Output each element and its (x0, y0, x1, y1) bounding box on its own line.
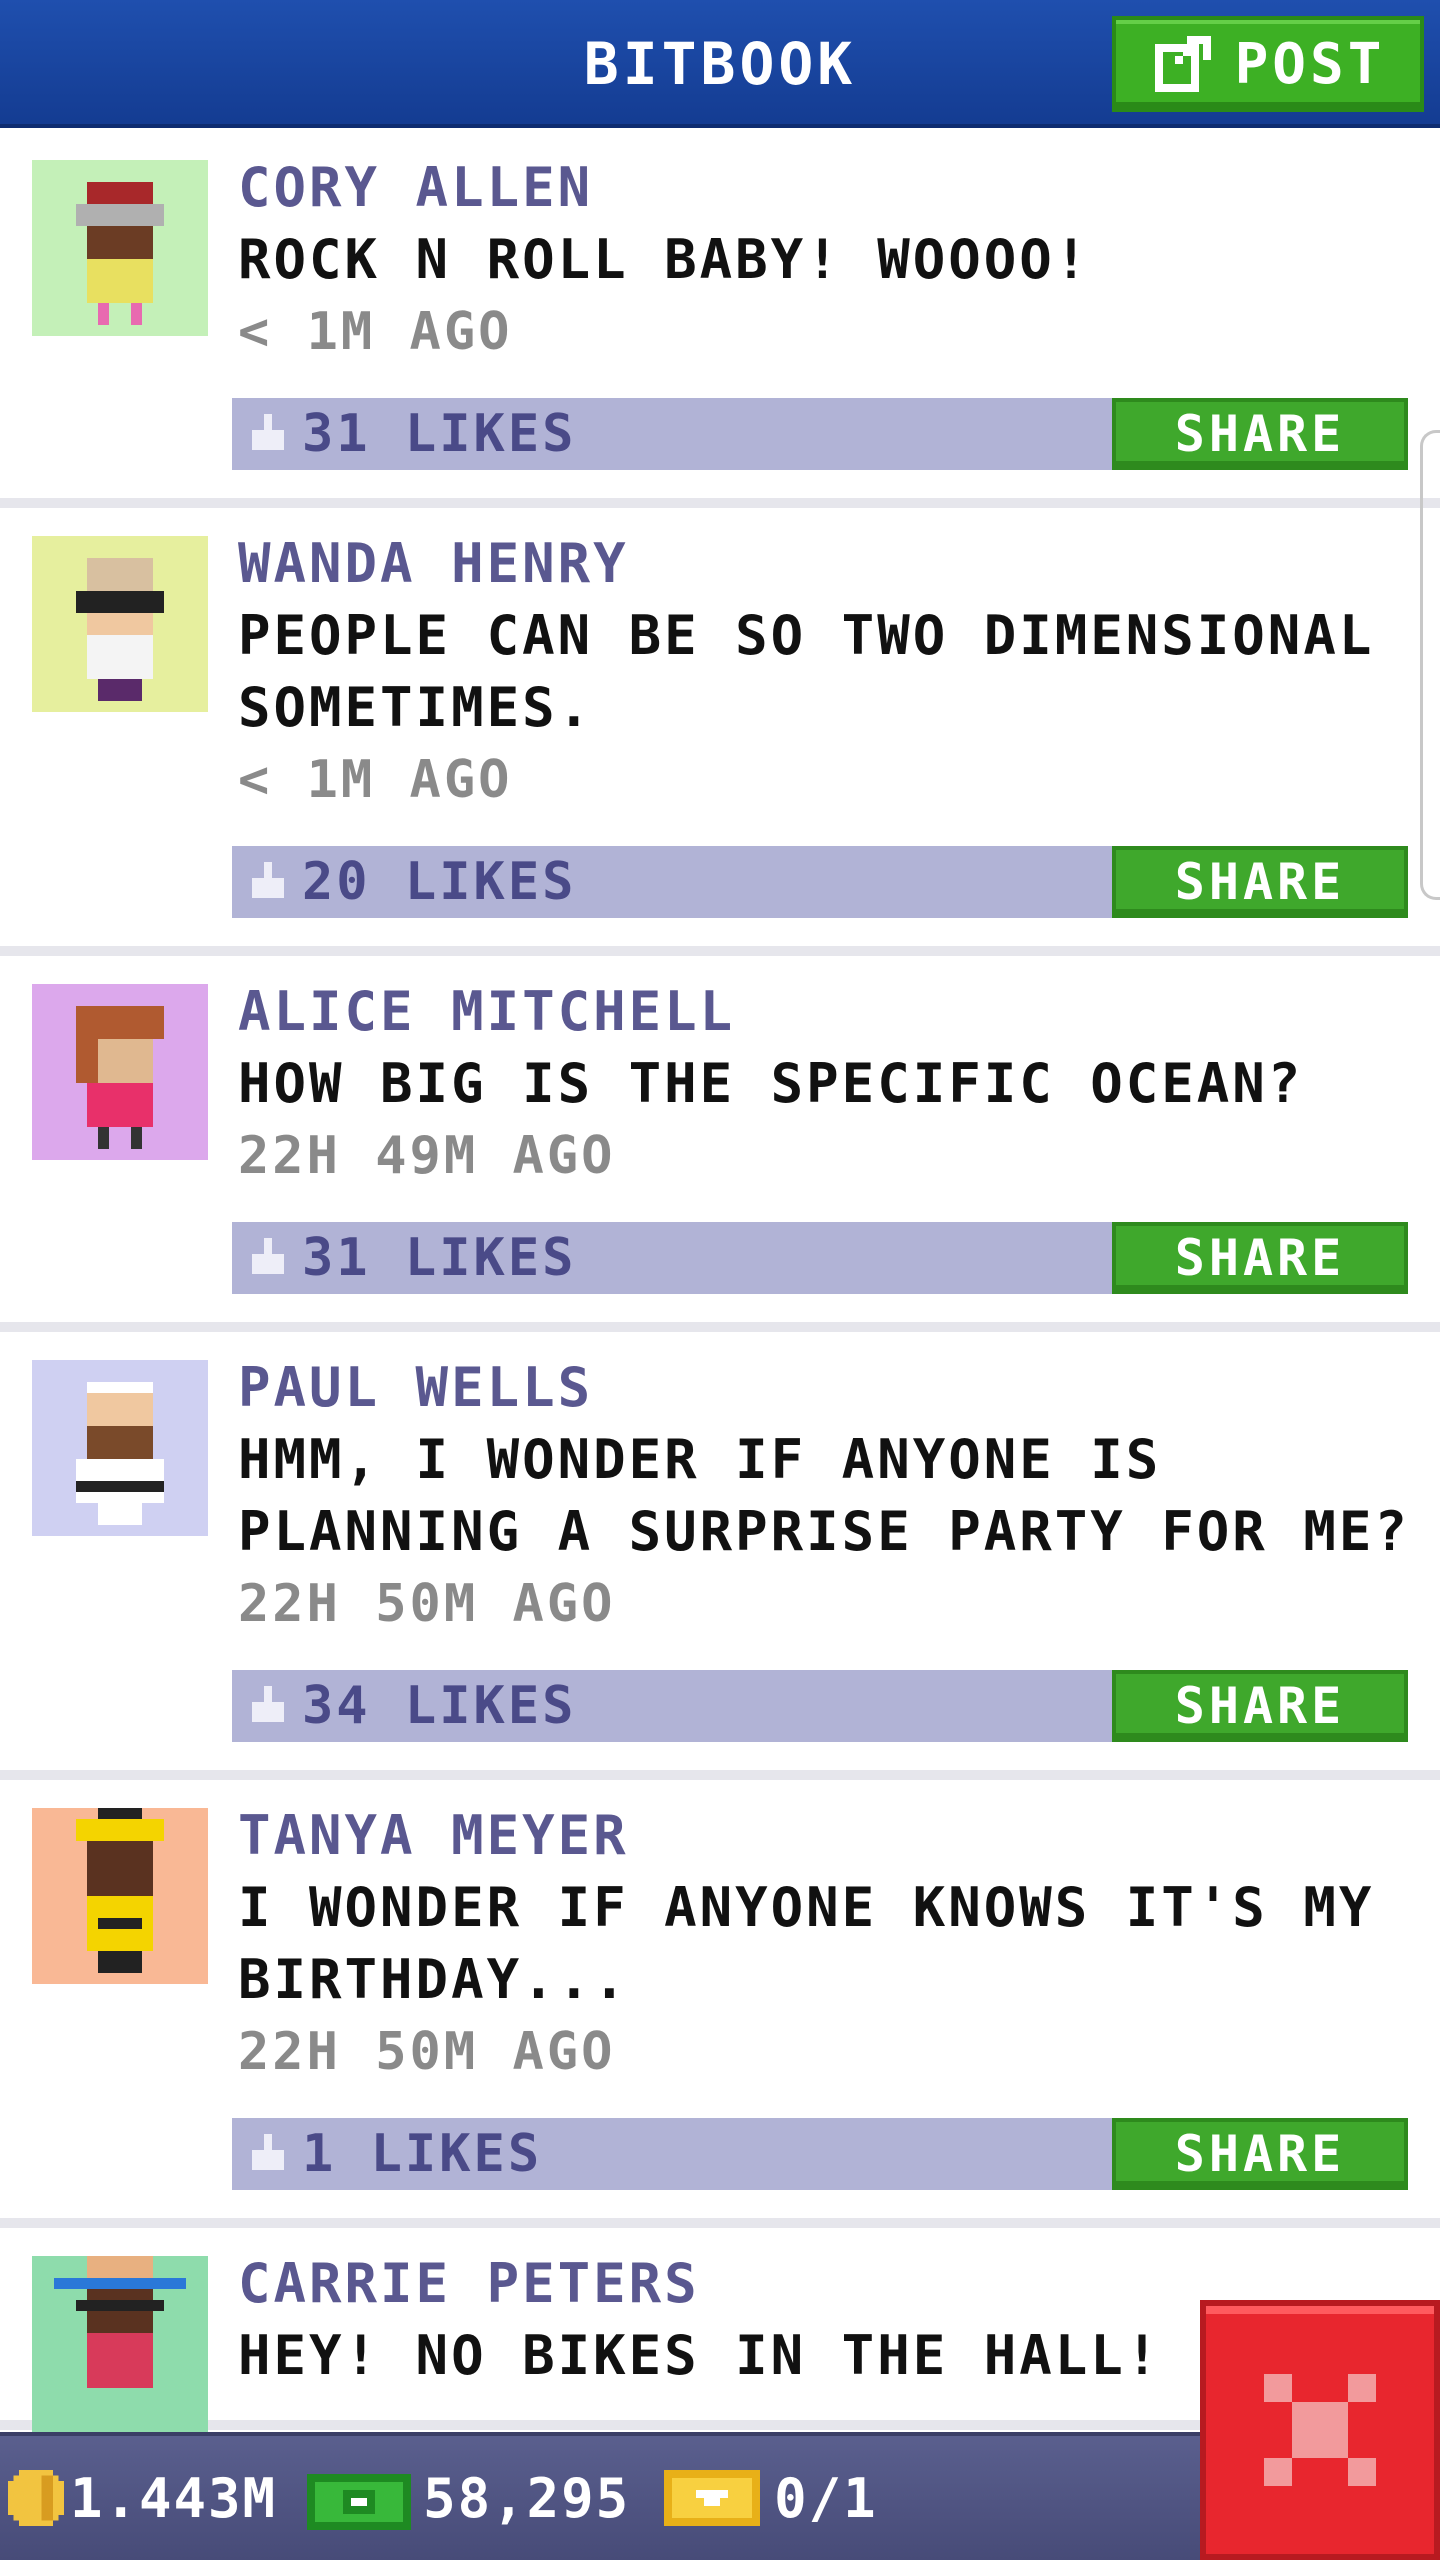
post-author[interactable]: PAUL WELLS (238, 1352, 1420, 1424)
post-button-label: POST (1234, 31, 1386, 97)
share-button[interactable]: SHARE (1112, 1670, 1408, 1742)
share-button[interactable]: SHARE (1112, 2118, 1408, 2190)
likes-bar[interactable]: 1 LIKES SHARE (232, 2118, 1408, 2190)
avatar[interactable] (32, 1360, 208, 1536)
feed-post: TANYA MEYER I WONDER IF ANYONE KNOWS IT'… (0, 1780, 1440, 2228)
avatar-sprite (76, 558, 164, 701)
likes-count: 20 LIKES (302, 852, 577, 912)
likes-count: 31 LIKES (302, 1228, 577, 1288)
feed-post: PAUL WELLS HMM, I WONDER IF ANYONE IS PL… (0, 1332, 1440, 1780)
avatar[interactable] (32, 1808, 208, 1984)
avatar-sprite (76, 182, 164, 325)
avatar[interactable] (32, 536, 208, 712)
feed-post: CORY ALLEN ROCK N ROLL BABY! WOOOO! < 1M… (0, 132, 1440, 508)
bux-value: 58,295 (423, 2466, 631, 2530)
bux-icon (307, 2474, 412, 2530)
avatar-sprite (76, 1808, 164, 1973)
share-button[interactable]: SHARE (1112, 1222, 1408, 1294)
ticket-icon (664, 2470, 761, 2526)
post-author[interactable]: CORY ALLEN (238, 152, 1420, 224)
post-message: ROCK N ROLL BABY! WOOOO! (238, 228, 1091, 291)
coins-stat[interactable]: 1.443M (0, 2467, 277, 2530)
tickets-stat[interactable]: 0/1 (630, 2466, 878, 2530)
close-icon (1264, 2374, 1376, 2486)
likes-bar[interactable]: 31 LIKES SHARE (232, 1222, 1408, 1294)
avatar[interactable] (32, 160, 208, 336)
likes-count: 31 LIKES (302, 404, 577, 464)
scroll-indicator[interactable] (1420, 430, 1440, 900)
close-button[interactable] (1200, 2300, 1440, 2560)
thumbs-up-icon[interactable] (244, 410, 292, 458)
post-author[interactable]: WANDA HENRY (238, 528, 1420, 600)
post-message: HOW BIG IS THE SPECIFIC OCEAN? (238, 1052, 1304, 1115)
feed-post: ALICE MITCHELL HOW BIG IS THE SPECIFIC O… (0, 956, 1440, 1332)
thumbs-up-icon[interactable] (244, 1234, 292, 1282)
thumbs-up-icon[interactable] (244, 2130, 292, 2178)
post-message: HMM, I WONDER IF ANYONE IS PLANNING A SU… (238, 1428, 1410, 1563)
post-message: I WONDER IF ANYONE KNOWS IT'S MY BIRTHDA… (238, 1876, 1375, 2011)
likes-bar[interactable]: 34 LIKES SHARE (232, 1670, 1408, 1742)
post-time: 22H 50M AGO (238, 1574, 616, 1634)
avatar[interactable] (32, 2256, 208, 2432)
edit-icon (1154, 36, 1211, 92)
avatar[interactable] (32, 984, 208, 1160)
bux-stat[interactable]: 58,295 (277, 2466, 630, 2530)
feed-post: WANDA HENRY PEOPLE CAN BE SO TWO DIMENSI… (0, 508, 1440, 956)
post-time: 22H 50M AGO (238, 2022, 616, 2082)
thumbs-up-icon[interactable] (244, 858, 292, 906)
post-message: PEOPLE CAN BE SO TWO DIMENSIONAL SOMETIM… (238, 604, 1375, 739)
likes-count: 1 LIKES (302, 2124, 543, 2184)
coins-value: 1.443M (70, 2466, 278, 2530)
likes-bar[interactable]: 31 LIKES SHARE (232, 398, 1408, 470)
post-time: < 1M AGO (238, 750, 513, 810)
likes-bar[interactable]: 20 LIKES SHARE (232, 846, 1408, 918)
avatar-sprite (54, 2256, 186, 2388)
avatar-sprite (76, 1382, 164, 1525)
post-time: < 1M AGO (238, 302, 513, 362)
header-bar: BITBOOK POST (0, 0, 1440, 128)
feed[interactable]: CORY ALLEN ROCK N ROLL BABY! WOOOO! < 1M… (0, 132, 1440, 2432)
tickets-value: 0/1 (774, 2466, 878, 2530)
likes-count: 34 LIKES (302, 1676, 577, 1736)
share-button[interactable]: SHARE (1112, 846, 1408, 918)
post-author[interactable]: ALICE MITCHELL (238, 976, 1420, 1048)
post-time: 22H 49M AGO (238, 1126, 616, 1186)
coin-icon (8, 2470, 64, 2526)
post-author[interactable]: TANYA MEYER (238, 1800, 1420, 1872)
thumbs-up-icon[interactable] (244, 1682, 292, 1730)
post-button[interactable]: POST (1112, 16, 1424, 112)
share-button[interactable]: SHARE (1112, 398, 1408, 470)
avatar-sprite (76, 1006, 164, 1149)
